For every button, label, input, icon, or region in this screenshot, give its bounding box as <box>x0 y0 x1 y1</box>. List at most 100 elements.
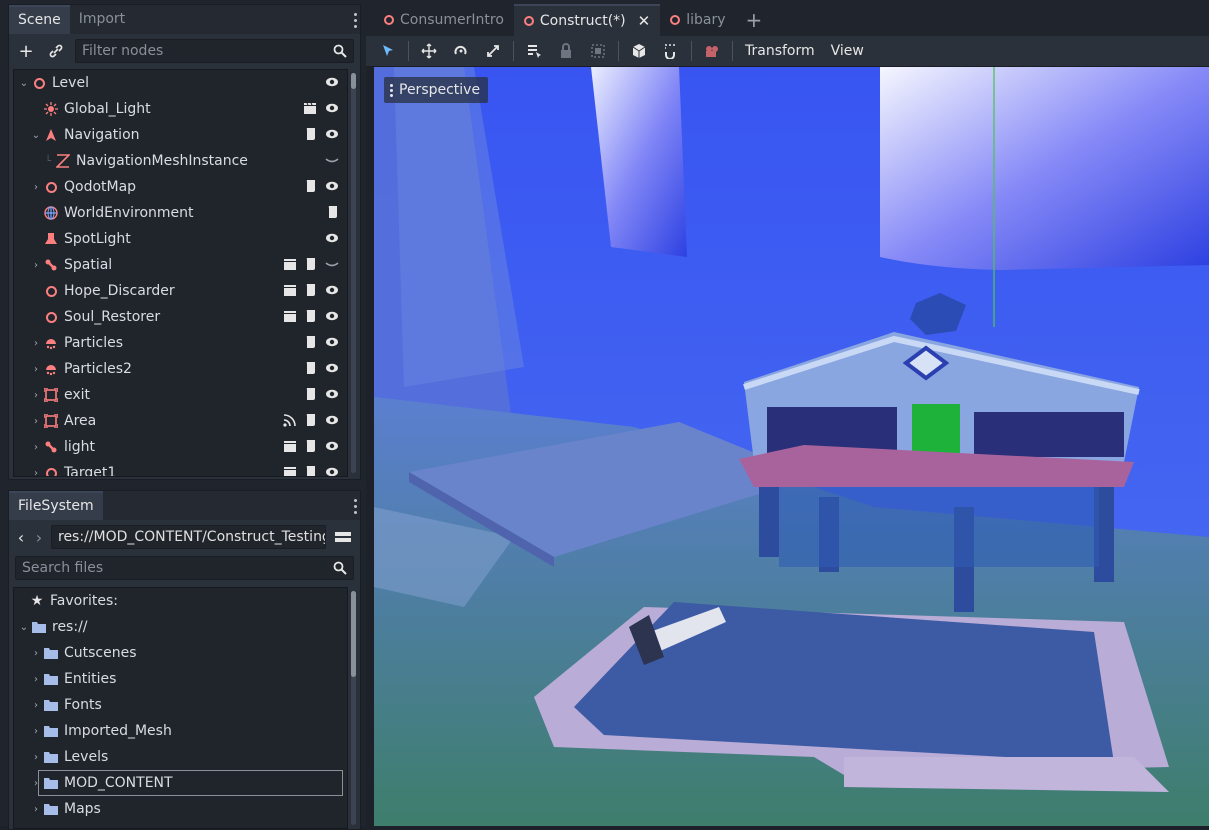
visibility-eye-icon[interactable] <box>325 335 339 349</box>
rotate-tool-icon[interactable] <box>447 38 475 64</box>
scale-tool-icon[interactable] <box>479 38 507 64</box>
collapse-arrow-icon[interactable]: ⌄ <box>18 622 30 633</box>
tree-row-navigation[interactable]: ⌄ Navigation <box>14 122 347 148</box>
visibility-eye-icon[interactable] <box>325 101 339 115</box>
expand-arrow-icon[interactable]: › <box>30 338 42 349</box>
folder-row[interactable]: › Imported_Mesh <box>14 718 347 744</box>
script-icon[interactable] <box>305 387 317 401</box>
favorites-row[interactable]: ★ Favorites: <box>14 588 347 614</box>
transform-menu[interactable]: Transform <box>739 43 821 59</box>
split-view-icon[interactable] <box>332 526 354 548</box>
local-space-icon[interactable] <box>625 38 653 64</box>
tree-row-spatial[interactable]: › Spatial <box>14 252 347 278</box>
tree-row-global-light[interactable]: Global_Light <box>14 96 347 122</box>
expand-arrow-icon[interactable]: › <box>30 416 42 427</box>
hidden-eye-icon[interactable] <box>325 153 339 167</box>
folder-row[interactable]: › Maps <box>14 796 347 822</box>
folder-row[interactable]: › Fonts <box>14 692 347 718</box>
tab-consumerintro[interactable]: ConsumerIntro <box>374 4 514 36</box>
file-tree[interactable]: ★ Favorites: ⌄ res:// › Cutscenes › Enti… <box>13 587 348 829</box>
group-icon[interactable] <box>584 38 612 64</box>
script-icon[interactable] <box>327 205 339 219</box>
signal-icon[interactable] <box>283 413 297 427</box>
visibility-eye-icon[interactable] <box>325 361 339 375</box>
forward-arrow-icon[interactable]: › <box>33 526 45 548</box>
clapboard-icon[interactable] <box>283 309 297 323</box>
tree-row-level[interactable]: ⌄ Level <box>14 70 347 96</box>
close-tab-icon[interactable]: ✕ <box>638 12 651 30</box>
expand-arrow-icon[interactable]: › <box>30 182 42 193</box>
expand-arrow-icon[interactable]: › <box>30 674 42 685</box>
perspective-menu[interactable]: Perspective <box>384 77 489 103</box>
clapboard-icon[interactable] <box>303 101 317 115</box>
visibility-eye-icon[interactable] <box>325 387 339 401</box>
expand-arrow-icon[interactable]: › <box>30 390 42 401</box>
script-icon[interactable] <box>305 335 317 349</box>
expand-arrow-icon[interactable]: › <box>30 752 42 763</box>
expand-arrow-icon[interactable]: › <box>30 364 42 375</box>
expand-arrow-icon[interactable]: › <box>30 648 42 659</box>
script-icon[interactable] <box>305 127 317 141</box>
tree-row-light[interactable]: › light <box>14 434 347 460</box>
script-icon[interactable] <box>305 439 317 453</box>
tree-row-qodotmap[interactable]: › QodotMap <box>14 174 347 200</box>
script-icon[interactable] <box>305 465 317 477</box>
link-icon[interactable] <box>45 40 67 62</box>
tab-scene[interactable]: Scene <box>9 5 70 34</box>
script-icon[interactable] <box>305 309 317 323</box>
tab-libary[interactable]: libary <box>660 4 735 36</box>
res-root-row[interactable]: ⌄ res:// <box>14 614 347 640</box>
script-icon[interactable] <box>305 361 317 375</box>
visibility-eye-icon[interactable] <box>325 75 339 89</box>
tree-row-area[interactable]: › Area <box>14 408 347 434</box>
search-files-input[interactable]: Search files <box>15 556 354 580</box>
tree-row-soul-restorer[interactable]: Soul_Restorer <box>14 304 347 330</box>
scene-tree-scrollbar[interactable] <box>351 73 356 473</box>
select-tool-icon[interactable] <box>374 38 402 64</box>
camera-preview-icon[interactable] <box>698 38 726 64</box>
hidden-eye-icon[interactable] <box>325 257 339 271</box>
tab-construct[interactable]: Construct(*) ✕ <box>513 4 661 36</box>
folder-row[interactable]: › Entities <box>14 666 347 692</box>
file-tree-scrollbar[interactable] <box>351 591 356 825</box>
expand-arrow-icon[interactable]: › <box>30 442 42 453</box>
tab-import[interactable]: Import <box>70 5 134 34</box>
folder-row[interactable]: › Cutscenes <box>14 640 347 666</box>
clapboard-icon[interactable] <box>283 257 297 271</box>
lock-icon[interactable] <box>552 38 580 64</box>
expand-arrow-icon[interactable]: › <box>30 726 42 737</box>
view-menu[interactable]: View <box>825 43 870 59</box>
visibility-eye-icon[interactable] <box>325 179 339 193</box>
expand-arrow-icon[interactable]: › <box>30 468 42 477</box>
tree-row-particles[interactable]: › Particles <box>14 330 347 356</box>
clapboard-icon[interactable] <box>283 439 297 453</box>
scene-tree-scroll-thumb[interactable] <box>351 73 356 89</box>
visibility-eye-icon[interactable] <box>325 283 339 297</box>
collapse-arrow-icon[interactable]: ⌄ <box>18 78 30 89</box>
expand-arrow-icon[interactable]: › <box>30 804 42 815</box>
visibility-eye-icon[interactable] <box>325 439 339 453</box>
script-icon[interactable] <box>305 179 317 193</box>
move-tool-icon[interactable] <box>415 38 443 64</box>
clapboard-icon[interactable] <box>283 283 297 297</box>
filesystem-dock-menu-icon[interactable] <box>352 499 358 515</box>
visibility-eye-icon[interactable] <box>325 309 339 323</box>
add-tab-button[interactable]: + <box>736 4 773 36</box>
visibility-eye-icon[interactable] <box>325 127 339 141</box>
script-icon[interactable] <box>305 283 317 297</box>
tab-filesystem[interactable]: FileSystem <box>9 491 103 520</box>
add-node-icon[interactable]: + <box>15 40 37 62</box>
snap-icon[interactable] <box>657 38 685 64</box>
3d-viewport[interactable]: Perspective <box>374 67 1209 826</box>
expand-arrow-icon[interactable]: › <box>30 700 42 711</box>
clapboard-icon[interactable] <box>283 465 297 477</box>
file-tree-scroll-thumb[interactable] <box>351 591 356 677</box>
tree-row-particles2[interactable]: › Particles2 <box>14 356 347 382</box>
visibility-eye-icon[interactable] <box>325 465 339 477</box>
tree-row-exit[interactable]: › exit <box>14 382 347 408</box>
script-icon[interactable] <box>305 413 317 427</box>
tree-row-target1[interactable]: › Target1 <box>14 460 347 477</box>
folder-row-selected[interactable]: › MOD_CONTENT <box>14 770 347 796</box>
back-arrow-icon[interactable]: ‹ <box>15 526 27 548</box>
list-select-icon[interactable] <box>520 38 548 64</box>
